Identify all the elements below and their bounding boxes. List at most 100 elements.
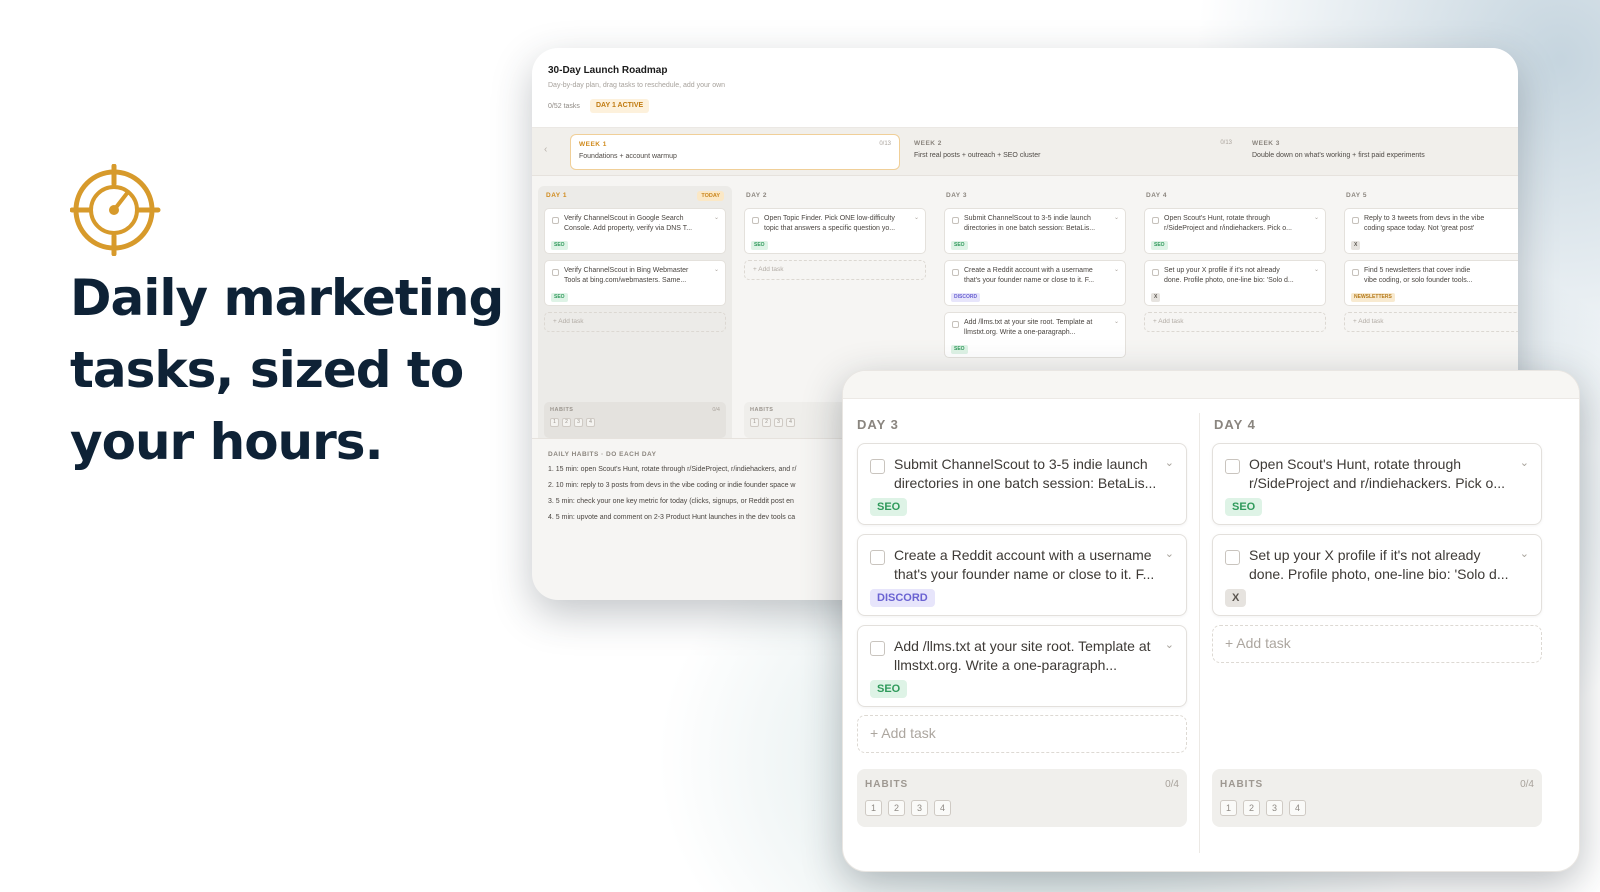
chevron-down-icon[interactable]: ⌄ <box>1165 547 1174 560</box>
task-card[interactable]: Submit ChannelScout to 3-5 indie launch … <box>944 208 1126 254</box>
chevron-down-icon[interactable]: ⌄ <box>1114 318 1119 325</box>
task-checkbox[interactable] <box>552 269 559 276</box>
task-text: r/SideProject and r/indiehackers. Pick o… <box>1164 225 1293 232</box>
habit-checkbox[interactable]: 1 <box>550 418 559 427</box>
zoomed-days-window: DAY 3 Submit ChannelScout to 3-5 indie l… <box>842 370 1580 872</box>
task-text: that's your founder name or close to it.… <box>894 566 1155 582</box>
task-card[interactable]: Find 5 newsletters that cover indie vibe… <box>1344 260 1518 306</box>
task-checkbox[interactable] <box>870 550 885 565</box>
task-checkbox[interactable] <box>952 321 959 328</box>
task-text: Submit ChannelScout to 3-5 indie launch <box>894 456 1148 472</box>
task-checkbox[interactable] <box>952 217 959 224</box>
tab-week-3[interactable]: WEEK 3 Double down on what's working + f… <box>1244 134 1514 170</box>
task-card[interactable]: Add /llms.txt at your site root. Templat… <box>944 312 1126 358</box>
add-task-button[interactable]: + Add task <box>744 260 926 280</box>
chevron-down-icon[interactable]: ⌄ <box>1114 266 1119 273</box>
task-card[interactable]: Create a Reddit account with a username … <box>944 260 1126 306</box>
week-count: 0/13 <box>879 141 891 147</box>
habit-checkbox[interactable]: 3 <box>774 418 783 427</box>
task-card[interactable]: Submit ChannelScout to 3-5 indie launch … <box>857 443 1187 525</box>
habit-checkbox[interactable]: 4 <box>934 800 951 816</box>
add-task-button[interactable]: + Add task <box>857 715 1187 753</box>
week-desc: Foundations + account warmup <box>579 153 677 160</box>
add-task-button[interactable]: + Add task <box>544 312 726 332</box>
task-card[interactable]: Set up your X profile if it's not alread… <box>1212 534 1542 616</box>
habits-count: 0/4 <box>1165 779 1179 790</box>
chevron-down-icon[interactable]: ⌄ <box>1520 456 1529 469</box>
task-card[interactable]: Reply to 3 tweets from devs in the vibe … <box>1344 208 1518 254</box>
tag-discord: DISCORD <box>951 293 981 302</box>
habit-checkbox[interactable]: 3 <box>1266 800 1283 816</box>
task-checkbox[interactable] <box>552 217 559 224</box>
chevron-left-icon[interactable]: ‹ <box>544 144 547 155</box>
task-checkbox[interactable] <box>1152 217 1159 224</box>
task-card[interactable]: Add /llms.txt at your site root. Templat… <box>857 625 1187 707</box>
task-checkbox[interactable] <box>1225 459 1240 474</box>
task-card[interactable]: Open Scout's Hunt, rotate through r/Side… <box>1212 443 1542 525</box>
chevron-down-icon[interactable]: ⌄ <box>1520 547 1529 560</box>
daily-habit-item: 1. 15 min: open Scout's Hunt, rotate thr… <box>548 466 797 473</box>
add-task-button[interactable]: + Add task <box>1144 312 1326 332</box>
task-text: Add /llms.txt at your site root. Templat… <box>964 319 1093 326</box>
task-card[interactable]: Open Topic Finder. Pick ONE low-difficul… <box>744 208 926 254</box>
habit-checkbox[interactable]: 2 <box>762 418 771 427</box>
roadmap-header: 30-Day Launch Roadmap Day-by-day plan, d… <box>532 48 1518 128</box>
task-text: Create a Reddit account with a username <box>964 267 1093 274</box>
habit-checkbox[interactable]: 4 <box>786 418 795 427</box>
chevron-down-icon[interactable]: ⌄ <box>1114 214 1119 221</box>
tab-week-2[interactable]: WEEK 2 First real posts + outreach + SEO… <box>906 134 1240 170</box>
zoom-day-column-3: DAY 3 Submit ChannelScout to 3-5 indie l… <box>851 413 1191 853</box>
chevron-down-icon[interactable]: ⌄ <box>714 214 719 221</box>
week-desc: Double down on what's working + first pa… <box>1252 152 1425 159</box>
habit-checkbox[interactable]: 2 <box>1243 800 1260 816</box>
chevron-down-icon[interactable]: ⌄ <box>914 214 919 221</box>
active-day-badge: DAY 1 ACTIVE <box>590 99 650 113</box>
task-checkbox[interactable] <box>870 641 885 656</box>
task-text: Submit ChannelScout to 3-5 indie launch <box>964 215 1091 222</box>
task-checkbox[interactable] <box>870 459 885 474</box>
task-text: Set up your X profile if it's not alread… <box>1249 547 1481 563</box>
chevron-down-icon[interactable]: ⌄ <box>714 266 719 273</box>
task-checkbox[interactable] <box>1352 269 1359 276</box>
today-badge: TODAY <box>697 191 724 201</box>
add-task-button[interactable]: + Add task <box>1344 312 1518 332</box>
week-name: WEEK 2 <box>914 140 942 147</box>
habit-checkbox[interactable]: 1 <box>750 418 759 427</box>
add-task-button[interactable]: + Add task <box>1212 625 1542 663</box>
habit-checkbox[interactable]: 1 <box>1220 800 1237 816</box>
task-card[interactable]: Create a Reddit account with a username … <box>857 534 1187 616</box>
task-checkbox[interactable] <box>1352 217 1359 224</box>
tag-seo: SEO <box>751 241 768 250</box>
habit-checkbox[interactable]: 2 <box>562 418 571 427</box>
task-checkbox[interactable] <box>1225 550 1240 565</box>
habit-checkbox[interactable]: 4 <box>1289 800 1306 816</box>
tag-seo: SEO <box>870 680 908 698</box>
tab-week-1[interactable]: WEEK 1 Foundations + account warmup 0/13 <box>570 134 900 170</box>
habit-checkbox[interactable]: 2 <box>888 800 905 816</box>
task-card[interactable]: Verify ChannelScout in Google Search Con… <box>544 208 726 254</box>
headline-line-1: Daily marketing <box>70 269 504 327</box>
habits-count: 0/4 <box>712 407 720 413</box>
daily-habit-item: 3. 5 min: check your one key metric for … <box>548 498 794 505</box>
week-count: 0/13 <box>1220 140 1232 146</box>
chevron-down-icon[interactable]: ⌄ <box>1314 214 1319 221</box>
task-checkbox[interactable] <box>952 269 959 276</box>
task-text: Open Scout's Hunt, rotate through <box>1164 215 1271 222</box>
tag-seo: SEO <box>870 498 908 516</box>
chevron-down-icon[interactable]: ⌄ <box>1165 638 1174 651</box>
habit-checkbox[interactable]: 1 <box>865 800 882 816</box>
habit-checkbox[interactable]: 3 <box>911 800 928 816</box>
task-checkbox[interactable] <box>752 217 759 224</box>
task-card[interactable]: Open Scout's Hunt, rotate through r/Side… <box>1144 208 1326 254</box>
task-text: Open Topic Finder. Pick ONE low-difficul… <box>764 215 895 222</box>
task-card[interactable]: Verify ChannelScout in Bing Webmaster To… <box>544 260 726 306</box>
task-text: Open Scout's Hunt, rotate through <box>1249 456 1462 472</box>
habit-checkbox[interactable]: 3 <box>574 418 583 427</box>
tag-x: X <box>1225 589 1247 607</box>
chevron-down-icon[interactable]: ⌄ <box>1165 456 1174 469</box>
chevron-down-icon[interactable]: ⌄ <box>1314 266 1319 273</box>
task-checkbox[interactable] <box>1152 269 1159 276</box>
habit-checkbox[interactable]: 4 <box>586 418 595 427</box>
task-card[interactable]: Set up your X profile if it's not alread… <box>1144 260 1326 306</box>
task-text: Console. Add property, verify via DNS T.… <box>564 225 693 232</box>
